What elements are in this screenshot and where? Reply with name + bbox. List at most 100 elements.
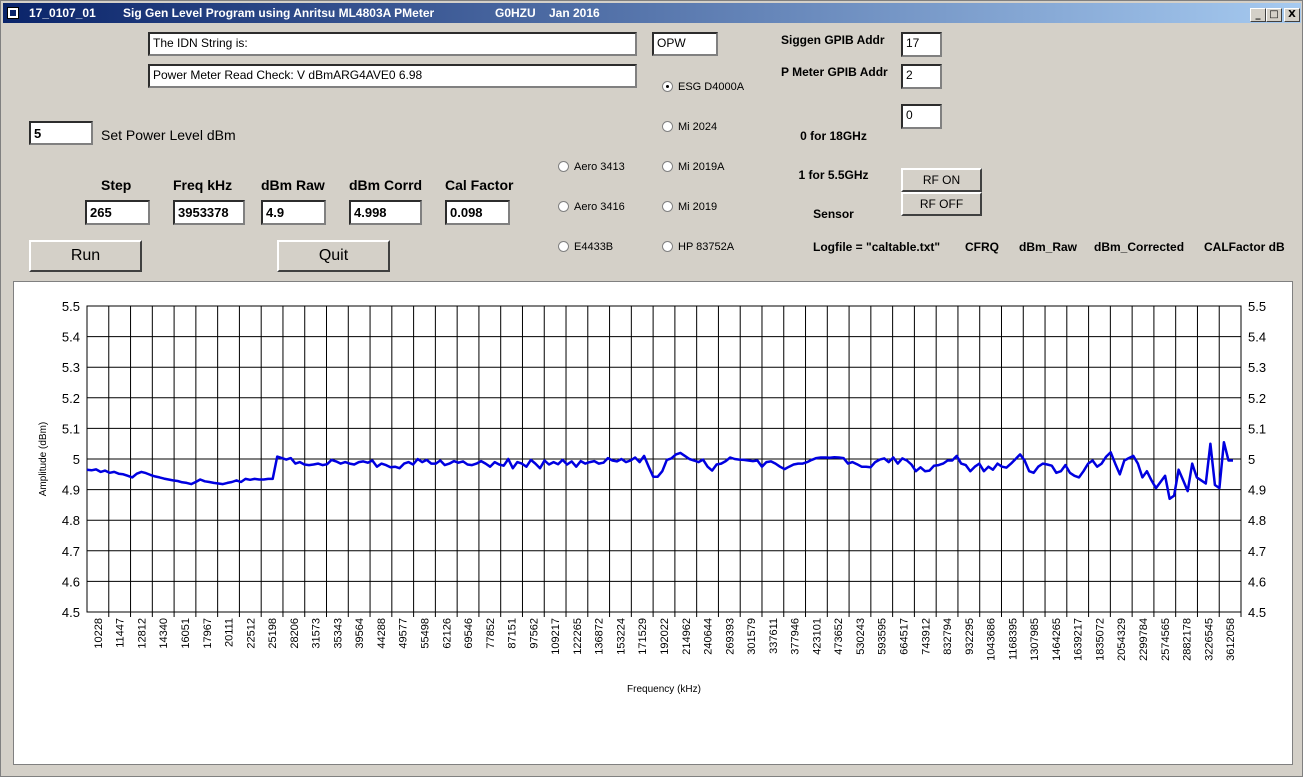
- freq-field[interactable]: 3953378: [173, 200, 245, 225]
- dbm-raw-field[interactable]: 4.9: [261, 200, 326, 225]
- x-axis-title: Frequency (kHz): [627, 684, 701, 695]
- cal-factor-field[interactable]: 0.098: [445, 200, 510, 225]
- step-field[interactable]: 265: [85, 200, 150, 225]
- x-tick-label: 2054329: [1116, 618, 1128, 661]
- minimize-button[interactable]: _: [1250, 8, 1266, 22]
- radio-label: Mi 2019A: [678, 161, 725, 173]
- amplitude-chart: 4.5 4.5 4.6 4.6 4.7 4.7 4.8 4.8 4.9 4.9 5 5 5.1 5.1 5.…: [13, 281, 1293, 765]
- step-label: Step: [101, 177, 132, 193]
- y-tick-label-right: 4.7: [1248, 544, 1266, 559]
- title-id: 17_0107_01: [29, 6, 96, 20]
- radio-label: Mi 2024: [678, 121, 718, 133]
- radio-label: ESG D4000A: [678, 81, 745, 93]
- y-tick-label-left: 4.7: [62, 544, 80, 559]
- radio-aero-3416[interactable]: Aero 3416: [558, 201, 625, 213]
- y-tick-label-right: 4.5: [1248, 605, 1266, 620]
- main-window: 17_0107_01 Sig Gen Level Program using A…: [0, 0, 1303, 777]
- dbm-corrd-label: dBm Corrd: [349, 177, 423, 193]
- y-tick-label-right: 5.1: [1248, 421, 1266, 436]
- siggen-gpib-label: Siggen GPIB Addr: [781, 33, 885, 47]
- radio-dot[interactable]: [662, 161, 673, 172]
- sensor-label-line3: Sensor: [813, 207, 854, 221]
- radio-label: Aero 3416: [574, 201, 625, 213]
- rf-off-button[interactable]: RF OFF: [901, 192, 982, 216]
- y-tick-label-right: 5.2: [1248, 391, 1266, 406]
- sensor-field[interactable]: 0: [901, 104, 942, 129]
- x-tick-label: 932295: [964, 618, 976, 655]
- radio-label: E4433B: [574, 241, 614, 253]
- x-tick-label: 14340: [158, 618, 170, 649]
- radio-dot[interactable]: [662, 121, 673, 132]
- radio-dot[interactable]: [558, 201, 569, 212]
- x-tick-label: 20111: [224, 618, 236, 647]
- y-tick-label-right: 4.9: [1248, 483, 1266, 498]
- y-tick-label-left: 5.4: [62, 330, 80, 345]
- radio-dot[interactable]: [558, 161, 569, 172]
- y-tick-label-left: 4.8: [62, 513, 80, 528]
- x-tick-label: 1835072: [1094, 618, 1106, 661]
- radio-esg-d4000a[interactable]: ESG D4000A: [662, 81, 744, 93]
- logfile-label: Logfile = "caltable.txt": [813, 240, 941, 254]
- x-tick-label: 44288: [376, 618, 388, 649]
- cal-factor-label: Cal Factor: [445, 177, 514, 193]
- y-tick-label-left: 4.9: [62, 483, 80, 498]
- x-tick-label: 17967: [202, 618, 214, 649]
- siggen-gpib-field[interactable]: 17: [901, 32, 942, 57]
- dbm-corrd-field[interactable]: 4.998: [349, 200, 422, 225]
- radio-dot[interactable]: [558, 241, 569, 252]
- x-tick-label: 423101: [811, 618, 823, 655]
- app-icon[interactable]: [7, 7, 19, 19]
- x-tick-label: 214962: [681, 618, 693, 655]
- chart-svg: 4.5 4.5 4.6 4.6 4.7 4.7 4.8 4.8 4.9 4.9 5 5 5.1 5.1 5.…: [38, 299, 1266, 695]
- idn-string-field[interactable]: The IDN String is:: [148, 32, 637, 56]
- power-level-field[interactable]: 5: [29, 121, 93, 145]
- x-tick-label: 97562: [528, 618, 540, 649]
- title-date: Jan 2016: [549, 6, 600, 20]
- power-level-label: Set Power Level dBm: [101, 127, 236, 143]
- x-tick-label: 62126: [441, 618, 453, 649]
- x-tick-label: 77852: [485, 618, 497, 649]
- quit-button[interactable]: Quit: [277, 240, 390, 272]
- power-meter-check-field[interactable]: Power Meter Read Check: V dBmARG4AVE0 6.…: [148, 64, 637, 88]
- x-tick-label: 269393: [724, 618, 736, 655]
- x-tick-label: 22512: [245, 618, 257, 649]
- radio-e4433b[interactable]: E4433B: [558, 241, 613, 253]
- dbm-raw-label: dBm Raw: [261, 177, 325, 193]
- x-tick-label: 473652: [833, 618, 845, 655]
- x-tick-label: 1307985: [1029, 618, 1041, 661]
- radio-mi-2024[interactable]: Mi 2024: [662, 121, 717, 133]
- pmeter-gpib-field[interactable]: 2: [901, 64, 942, 89]
- x-tick-label: 39564: [354, 618, 366, 649]
- x-tick-label: 3612058: [1225, 618, 1237, 661]
- y-tick-label-left: 5.2: [62, 391, 80, 406]
- radio-hp-83752a[interactable]: HP 83752A: [662, 241, 734, 253]
- radio-aero-3413[interactable]: Aero 3413: [558, 161, 625, 173]
- y-tick-label-left: 4.5: [62, 605, 80, 620]
- x-tick-label: 832794: [942, 618, 954, 655]
- x-tick-label: 192022: [659, 618, 671, 655]
- logfile-col-dbm-corrected: dBm_Corrected: [1094, 240, 1185, 254]
- radio-mi-2019a[interactable]: Mi 2019A: [662, 161, 724, 173]
- y-tick-label-right: 4.8: [1248, 513, 1266, 528]
- x-tick-label: 35343: [332, 618, 344, 649]
- x-tick-label: 11447: [115, 618, 127, 648]
- radio-selected-dot[interactable]: [662, 81, 673, 92]
- rf-on-button[interactable]: RF ON: [901, 168, 982, 192]
- x-tick-label: 1639217: [1073, 618, 1085, 661]
- radio-label: Aero 3413: [574, 161, 625, 173]
- y-tick-label-right: 5: [1248, 452, 1255, 467]
- logfile-col-cfrq: CFRQ: [965, 240, 999, 254]
- radio-dot[interactable]: [662, 241, 673, 252]
- x-tick-label: 136872: [594, 618, 606, 655]
- opw-field[interactable]: OPW: [652, 32, 718, 56]
- maximize-button[interactable]: □: [1266, 8, 1282, 22]
- x-tick-label: 12812: [136, 618, 148, 649]
- radio-mi-2019[interactable]: Mi 2019: [662, 201, 717, 213]
- close-button[interactable]: X: [1284, 8, 1300, 22]
- x-tick-label: 87151: [507, 618, 519, 649]
- title-bar[interactable]: 17_0107_01 Sig Gen Level Program using A…: [3, 3, 1301, 23]
- x-tick-label: 25198: [267, 618, 279, 649]
- radio-dot[interactable]: [662, 201, 673, 212]
- y-tick-label-right: 5.4: [1248, 330, 1266, 345]
- run-button[interactable]: Run: [29, 240, 142, 272]
